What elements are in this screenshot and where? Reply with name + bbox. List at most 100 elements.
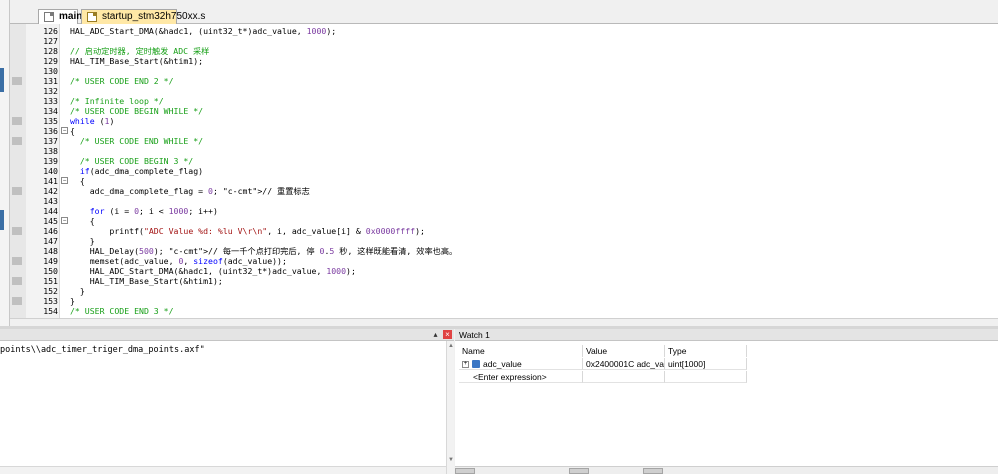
- code-line[interactable]: 137 /* USER CODE END WHILE */: [10, 136, 998, 146]
- variable-icon: [472, 360, 480, 368]
- line-number: 149: [43, 256, 58, 266]
- code-line[interactable]: 147 }: [10, 236, 998, 246]
- code-text[interactable]: /* Infinite loop */: [70, 96, 164, 106]
- code-text[interactable]: /* USER CODE BEGIN WHILE */: [70, 106, 203, 116]
- code-line[interactable]: 146 printf("ADC Value %d: %lu V\r\n", i,…: [10, 226, 998, 236]
- watch-row-enter-expression[interactable]: <Enter expression>: [459, 371, 998, 383]
- code-text[interactable]: }: [70, 286, 85, 296]
- code-line[interactable]: 136−{: [10, 126, 998, 136]
- pin-icon[interactable]: ▴: [431, 330, 440, 339]
- code-text[interactable]: for (i = 0; i < 1000; i++): [70, 206, 218, 216]
- plus-icon[interactable]: +: [462, 361, 469, 368]
- bottom-tab[interactable]: [455, 468, 475, 474]
- code-editor[interactable]: 126 HAL_ADC_Start_DMA(&hadc1, (uint32_t*)…: [10, 24, 998, 326]
- fold-toggle-icon[interactable]: −: [61, 217, 68, 224]
- line-number: 139: [43, 156, 58, 166]
- code-line[interactable]: 127: [10, 36, 998, 46]
- code-text[interactable]: {: [70, 216, 95, 226]
- code-line[interactable]: 150 HAL_ADC_Start_DMA(&hadc1, (uint32_t*…: [10, 266, 998, 276]
- code-text[interactable]: HAL_TIM_Base_Start(&htim1);: [70, 56, 203, 66]
- code-line[interactable]: 152 }: [10, 286, 998, 296]
- code-line[interactable]: 143: [10, 196, 998, 206]
- scroll-up-arrow-icon[interactable]: ▲: [448, 343, 454, 349]
- code-line[interactable]: 138: [10, 146, 998, 156]
- line-number: 145: [43, 216, 58, 226]
- code-line[interactable]: 142 adc_dma_complete_flag = 0; "c-cmt">/…: [10, 186, 998, 196]
- code-text[interactable]: /* USER CODE END 2 */: [70, 76, 174, 86]
- line-number: 142: [43, 186, 58, 196]
- code-line[interactable]: 149 memset(adc_value, 0, sizeof(adc_valu…: [10, 256, 998, 266]
- line-number: 151: [43, 276, 58, 286]
- code-line[interactable]: 148 HAL_Delay(500); "c-cmt">// 每一千个点打印完后…: [10, 246, 998, 256]
- code-line[interactable]: 135 while (1): [10, 116, 998, 126]
- fold-toggle-icon[interactable]: −: [61, 177, 68, 184]
- watch-row-type-empty: [665, 371, 747, 383]
- watch-row-value[interactable]: 0x2400001C adc_value: [583, 358, 665, 370]
- left-strip-marker-2[interactable]: [0, 210, 4, 230]
- code-text[interactable]: adc_dma_complete_flag = 0; "c-cmt">// 重置…: [70, 186, 310, 196]
- watch-panel-title: Watch 1: [459, 330, 490, 340]
- code-line[interactable]: 131 /* USER CODE END 2 */: [10, 76, 998, 86]
- line-number: 138: [43, 146, 58, 156]
- code-line[interactable]: 133 /* Infinite loop */: [10, 96, 998, 106]
- watch-col-name[interactable]: Name: [459, 345, 583, 357]
- code-text[interactable]: // 启动定时器, 定时触发 ADC 采样: [70, 46, 209, 56]
- code-text[interactable]: HAL_TIM_Base_Start(&htim1);: [70, 276, 223, 286]
- enter-expression-input[interactable]: <Enter expression>: [459, 371, 583, 383]
- tab-startup-s-label: startup_stm32h750xx.s: [102, 11, 206, 22]
- code-text[interactable]: memset(adc_value, 0, sizeof(adc_value));: [70, 256, 287, 266]
- code-text[interactable]: {: [70, 176, 85, 186]
- code-line[interactable]: 153}: [10, 296, 998, 306]
- line-number: 131: [43, 76, 58, 86]
- code-text[interactable]: /* USER CODE END WHILE */: [70, 136, 203, 146]
- code-text[interactable]: printf("ADC Value %d: %lu V\r\n", i, adc…: [70, 226, 425, 236]
- code-line[interactable]: 130: [10, 66, 998, 76]
- code-text[interactable]: /* USER CODE BEGIN 3 */: [70, 156, 193, 166]
- watch-row-type: uint[1000]: [665, 358, 747, 370]
- code-line[interactable]: 134 /* USER CODE BEGIN WHILE */: [10, 106, 998, 116]
- code-line[interactable]: 141− {: [10, 176, 998, 186]
- tab-startup-s[interactable]: startup_stm32h750xx.s: [81, 9, 205, 24]
- line-number: 135: [43, 116, 58, 126]
- editor-horizontal-scrollbar[interactable]: [10, 318, 998, 326]
- line-number: 150: [43, 266, 58, 276]
- code-line[interactable]: 145− {: [10, 216, 998, 226]
- left-strip-marker[interactable]: [0, 68, 4, 92]
- bottom-tab[interactable]: [569, 468, 589, 474]
- code-line[interactable]: 129 HAL_TIM_Base_Start(&htim1);: [10, 56, 998, 66]
- build-output-text: points\\adc_timer_triger_dma_points.axf": [0, 345, 205, 355]
- watch-panel: Watch 1 Name Value Type + adc_value 0x24…: [455, 329, 998, 474]
- fold-toggle-icon[interactable]: −: [61, 127, 68, 134]
- code-text[interactable]: if(adc_dma_complete_flag): [70, 166, 203, 176]
- ide-window: main.c startup_stm32h750xx.s 126 HAL_ADC_…: [0, 0, 998, 474]
- code-text[interactable]: HAL_Delay(500); "c-cmt">// 每一千个点打印完后, 停 …: [70, 246, 458, 256]
- code-text[interactable]: /* USER CODE END 3 */: [70, 306, 174, 316]
- watch-row-adc-value[interactable]: + adc_value 0x2400001C adc_value uint[10…: [459, 358, 998, 370]
- code-line[interactable]: 154 /* USER CODE END 3 */: [10, 306, 998, 316]
- scroll-down-arrow-icon[interactable]: ▼: [448, 457, 454, 463]
- code-line[interactable]: 139 /* USER CODE BEGIN 3 */: [10, 156, 998, 166]
- watch-row-value-empty: [583, 371, 665, 383]
- line-number: 130: [43, 66, 58, 76]
- code-text[interactable]: {: [70, 126, 75, 136]
- code-text[interactable]: while (1): [70, 116, 114, 126]
- watch-col-value[interactable]: Value: [583, 345, 665, 357]
- code-text[interactable]: }: [70, 236, 95, 246]
- bottom-tab[interactable]: [643, 468, 663, 474]
- code-text[interactable]: HAL_ADC_Start_DMA(&hadc1, (uint32_t*)adc…: [70, 266, 356, 276]
- build-output-horizontal-scrollbar[interactable]: [0, 466, 446, 474]
- close-icon[interactable]: ×: [443, 330, 452, 339]
- code-line[interactable]: 128 // 启动定时器, 定时触发 ADC 采样: [10, 46, 998, 56]
- code-text[interactable]: }: [70, 296, 75, 306]
- code-line[interactable]: 140 if(adc_dma_complete_flag): [10, 166, 998, 176]
- code-line[interactable]: 126 HAL_ADC_Start_DMA(&hadc1, (uint32_t*)…: [10, 26, 998, 36]
- tab-main-c[interactable]: main.c: [38, 9, 91, 24]
- code-line[interactable]: 151 HAL_TIM_Base_Start(&htim1);: [10, 276, 998, 286]
- build-output-vertical-scrollbar[interactable]: ▲ ▼: [446, 341, 454, 474]
- code-text[interactable]: HAL_ADC_Start_DMA(&hadc1, (uint32_t*)adc…: [70, 26, 336, 36]
- watch-col-type[interactable]: Type: [665, 345, 747, 357]
- watch-row-name-text: adc_value: [483, 359, 522, 369]
- code-line[interactable]: 144 for (i = 0; i < 1000; i++): [10, 206, 998, 216]
- code-line[interactable]: 132: [10, 86, 998, 96]
- editor-tab-bar: main.c startup_stm32h750xx.s: [10, 0, 998, 24]
